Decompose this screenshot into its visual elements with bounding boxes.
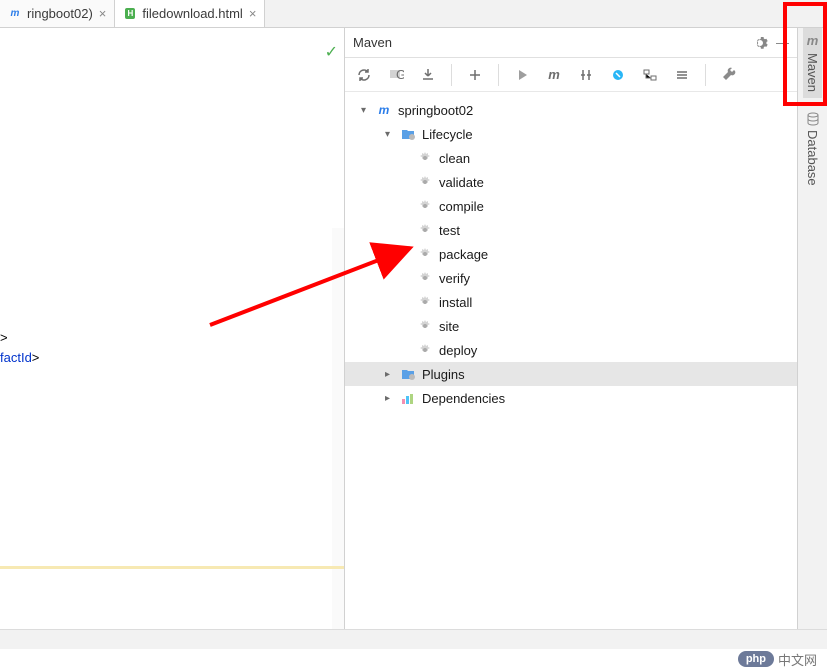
folder-icon bbox=[400, 126, 416, 142]
chevron-down-icon[interactable]: ▾ bbox=[385, 129, 397, 140]
editor-warning-strip bbox=[0, 566, 344, 569]
tree-label: springboot02 bbox=[398, 103, 473, 118]
tree-label: validate bbox=[439, 175, 484, 190]
lifecycle-goal-clean[interactable]: clean bbox=[345, 146, 797, 170]
rightbar-label: Database bbox=[805, 130, 820, 186]
chevron-right-icon[interactable]: ▸ bbox=[385, 393, 397, 404]
minimize-icon[interactable]: — bbox=[776, 35, 789, 50]
chevron-down-icon[interactable]: ▾ bbox=[361, 105, 373, 116]
tree-label: Lifecycle bbox=[422, 127, 473, 142]
lifecycle-goal-site[interactable]: site bbox=[345, 314, 797, 338]
maven-tree: ▾ m springboot02 ▾ Lifecycle clean valid… bbox=[345, 92, 797, 416]
tree-label: install bbox=[439, 295, 472, 310]
editor-area[interactable]: ✓ > factId> bbox=[0, 28, 345, 649]
dependencies-icon bbox=[400, 390, 416, 406]
run-icon[interactable] bbox=[513, 66, 531, 84]
tree-dependencies-node[interactable]: ▸ Dependencies bbox=[345, 386, 797, 410]
maven-header: Maven — bbox=[345, 28, 797, 58]
tree-lifecycle-node[interactable]: ▾ Lifecycle bbox=[345, 122, 797, 146]
tab-filedownload[interactable]: H filedownload.html × bbox=[115, 0, 265, 27]
lifecycle-goal-test[interactable]: test bbox=[345, 218, 797, 242]
tab-label: filedownload.html bbox=[142, 6, 242, 21]
maven-m-icon: m bbox=[807, 33, 819, 48]
refresh-icon[interactable] bbox=[355, 66, 373, 84]
tree-plugins-node[interactable]: ▸ Plugins bbox=[345, 362, 797, 386]
gear-icon bbox=[417, 222, 433, 238]
rightbar-maven-button[interactable]: m Maven bbox=[803, 28, 822, 98]
toggle-offline-icon[interactable] bbox=[609, 66, 627, 84]
tree-label: Plugins bbox=[422, 367, 465, 382]
gear-icon bbox=[417, 174, 433, 190]
separator bbox=[498, 64, 499, 86]
tree-label: site bbox=[439, 319, 459, 334]
lifecycle-goal-package[interactable]: package bbox=[345, 242, 797, 266]
gear-icon bbox=[417, 342, 433, 358]
rightbar-database-button[interactable]: Database bbox=[803, 106, 822, 192]
gear-icon bbox=[417, 294, 433, 310]
download-icon[interactable] bbox=[419, 66, 437, 84]
separator bbox=[705, 64, 706, 86]
show-dependencies-icon[interactable] bbox=[641, 66, 659, 84]
gear-icon bbox=[417, 150, 433, 166]
tree-label: compile bbox=[439, 199, 484, 214]
gear-icon bbox=[417, 246, 433, 262]
rightbar-label: Maven bbox=[805, 53, 820, 92]
editor-tabs: m ringboot02) × H filedownload.html × bbox=[0, 0, 827, 28]
code-line-2: factId> bbox=[0, 348, 39, 368]
html-icon: H bbox=[123, 7, 137, 21]
toggle-skip-tests-icon[interactable] bbox=[577, 66, 595, 84]
lifecycle-goal-verify[interactable]: verify bbox=[345, 266, 797, 290]
tab-springboot[interactable]: m ringboot02) × bbox=[0, 0, 115, 27]
separator bbox=[451, 64, 452, 86]
watermark: php 中文网 bbox=[738, 649, 817, 669]
status-bar bbox=[0, 629, 827, 649]
gear-icon[interactable] bbox=[752, 35, 768, 51]
add-icon[interactable] bbox=[466, 66, 484, 84]
lifecycle-goal-deploy[interactable]: deploy bbox=[345, 338, 797, 362]
tree-project-node[interactable]: ▾ m springboot02 bbox=[345, 98, 797, 122]
close-icon[interactable]: × bbox=[249, 6, 257, 21]
tree-label: test bbox=[439, 223, 460, 238]
code-view[interactable]: > factId> bbox=[0, 328, 39, 368]
wrench-icon[interactable] bbox=[720, 66, 738, 84]
tree-label: Dependencies bbox=[422, 391, 505, 406]
collapse-all-icon[interactable] bbox=[673, 66, 691, 84]
run-maven-icon[interactable]: m bbox=[545, 66, 563, 84]
close-icon[interactable]: × bbox=[99, 6, 107, 21]
lifecycle-goal-validate[interactable]: validate bbox=[345, 170, 797, 194]
lifecycle-goal-install[interactable]: install bbox=[345, 290, 797, 314]
maven-title: Maven bbox=[353, 35, 744, 50]
xml-icon: m bbox=[8, 7, 22, 21]
php-badge: php bbox=[738, 651, 774, 667]
tree-label: verify bbox=[439, 271, 470, 286]
gear-icon bbox=[417, 318, 433, 334]
tree-label: clean bbox=[439, 151, 470, 166]
folder-icon bbox=[400, 366, 416, 382]
maven-toolbar: G m bbox=[345, 58, 797, 92]
maven-tool-window: Maven — G m ▾ m s bbox=[345, 28, 797, 649]
gear-icon bbox=[417, 270, 433, 286]
right-tool-stripe: m Maven Database bbox=[797, 28, 827, 649]
generate-sources-icon[interactable]: G bbox=[387, 66, 405, 84]
code-line-1: > bbox=[0, 328, 39, 348]
chevron-right-icon[interactable]: ▸ bbox=[385, 369, 397, 380]
database-icon bbox=[806, 112, 820, 126]
tab-label: ringboot02) bbox=[27, 6, 93, 21]
svg-text:G: G bbox=[396, 67, 404, 82]
tree-label: package bbox=[439, 247, 488, 262]
gear-icon bbox=[417, 198, 433, 214]
maven-project-icon: m bbox=[376, 102, 392, 118]
lifecycle-goal-compile[interactable]: compile bbox=[345, 194, 797, 218]
tree-label: deploy bbox=[439, 343, 477, 358]
watermark-text: 中文网 bbox=[778, 650, 817, 669]
validation-check-icon: ✓ bbox=[325, 42, 338, 62]
